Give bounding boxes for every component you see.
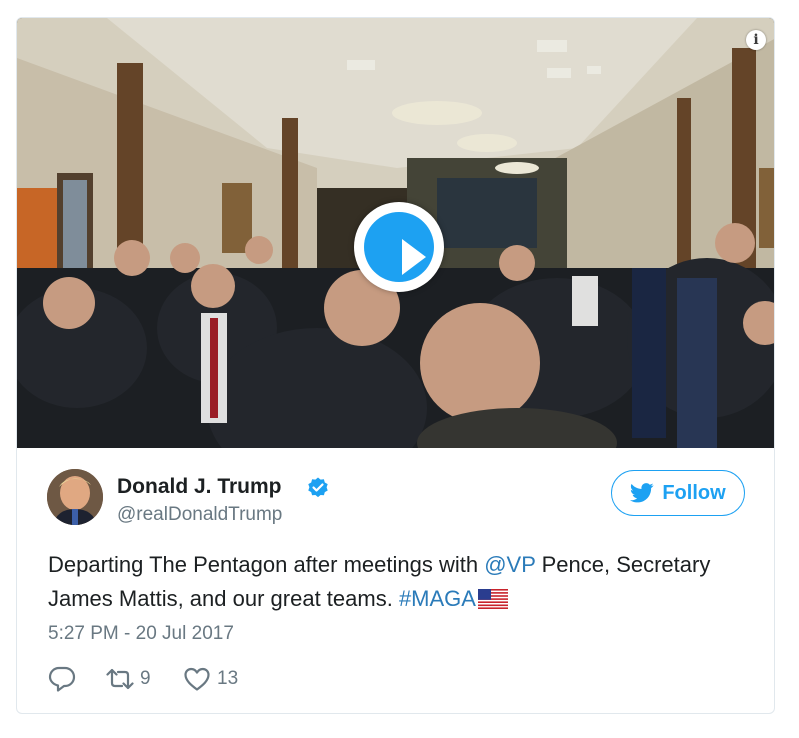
mention-link[interactable]: @VP (484, 552, 535, 577)
video-thumbnail[interactable]: i (17, 18, 774, 448)
retweet-action[interactable]: 9 (106, 666, 151, 692)
hashtag-link[interactable]: #MAGA (399, 586, 476, 611)
verified-badge-icon (308, 477, 328, 498)
reply-icon (48, 666, 76, 692)
retweet-icon (106, 668, 134, 690)
tweet-text: Departing The Pentagon after meetings wi… (48, 548, 748, 616)
tweet-card: i Donald J. Trump @realDonaldTrump Follo… (16, 17, 775, 714)
heart-icon (184, 667, 210, 691)
author-handle[interactable]: @realDonaldTrump (117, 504, 282, 526)
retweet-count: 9 (140, 668, 151, 689)
follow-button[interactable]: Follow (611, 470, 745, 516)
reply-action[interactable] (48, 666, 76, 692)
author-name[interactable]: Donald J. Trump (117, 475, 282, 499)
play-button[interactable] (354, 202, 444, 292)
like-action[interactable]: 13 (183, 666, 238, 692)
avatar[interactable] (47, 469, 103, 525)
like-count: 13 (217, 668, 239, 689)
us-flag-emoji-icon (477, 589, 508, 609)
play-icon (364, 212, 434, 282)
tweet-text-part: Departing The Pentagon after meetings wi… (48, 552, 485, 577)
info-icon[interactable]: i (746, 30, 766, 50)
tweet-timestamp[interactable]: 5:27 PM - 20 Jul 2017 (48, 623, 234, 645)
twitter-bird-icon (630, 483, 654, 503)
follow-label: Follow (662, 481, 726, 504)
profile-photo (47, 469, 103, 525)
